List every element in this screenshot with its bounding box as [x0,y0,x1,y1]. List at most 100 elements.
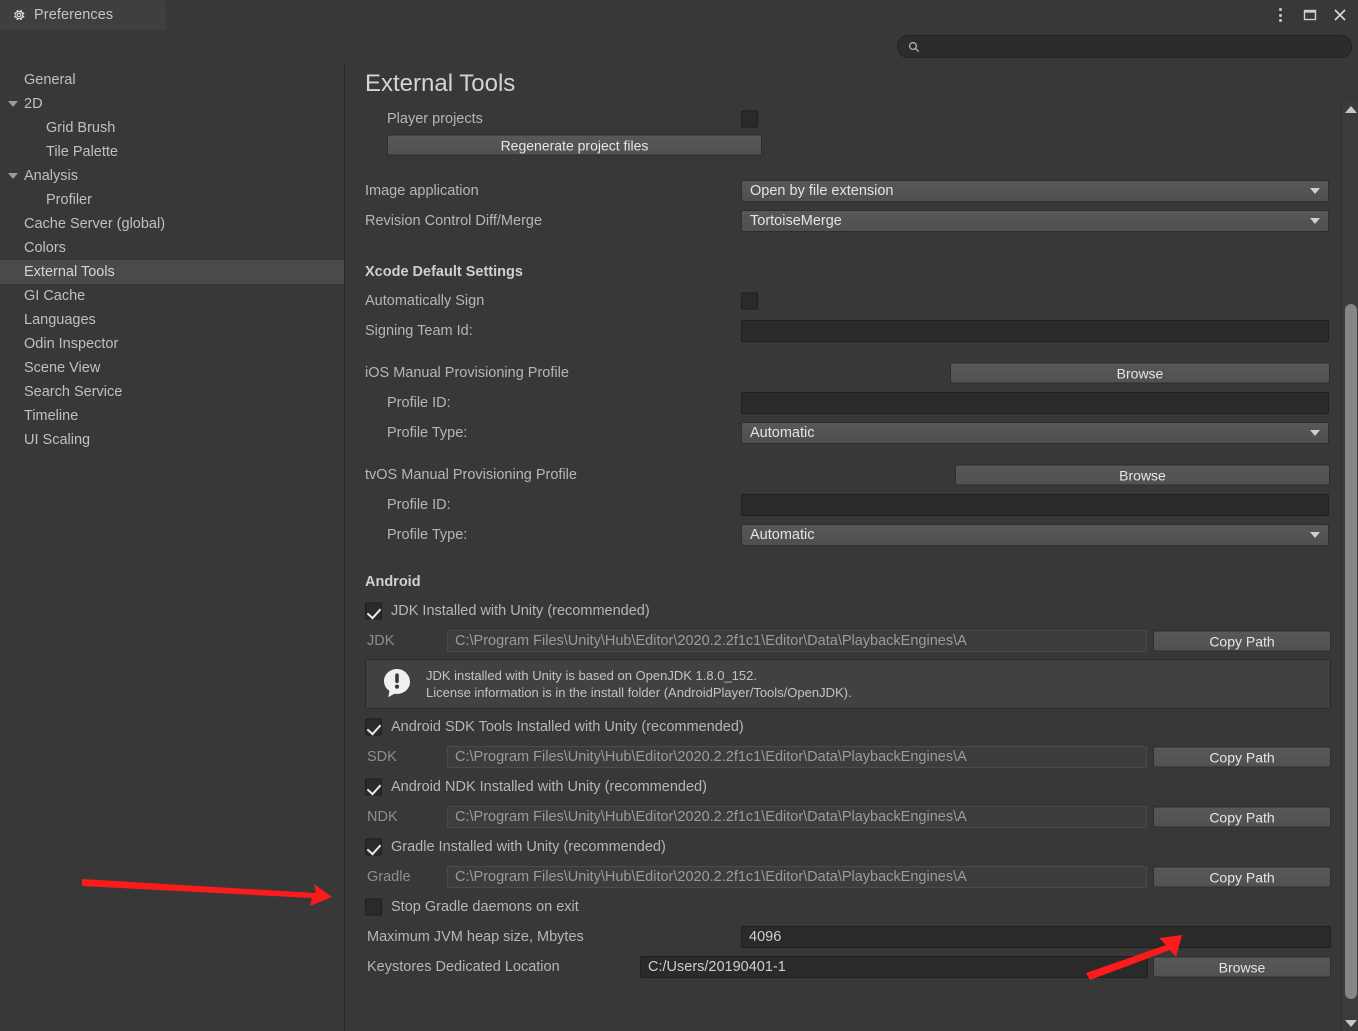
jdk-path-input[interactable]: C:\Program Files\Unity\Hub\Editor\2020.2… [447,630,1147,652]
row-stop-gradle-daemons: Stop Gradle daemons on exit [345,892,1358,922]
gear-icon [14,9,25,21]
sdk-installed-checkbox[interactable] [365,718,382,736]
row-ios-profile-id: Profile ID: [345,388,1358,418]
jdk-path-value: C:\Program Files\Unity\Hub\Editor\2020.2… [455,633,967,649]
sidebar-item-analysis[interactable]: Analysis [0,164,344,188]
regenerate-project-files-button[interactable]: Regenerate project files [387,134,762,156]
sidebar-item-label: General [24,72,76,88]
sidebar-item-cache-server[interactable]: Cache Server (global) [0,212,344,236]
player-projects-checkbox[interactable] [741,110,758,128]
row-keystores-location: Keystores Dedicated Location C:/Users/20… [345,952,1358,982]
jdk-installed-label: JDK Installed with Unity (recommended) [391,603,650,619]
tvos-profile-type-dropdown[interactable]: Automatic [741,524,1329,546]
page-title: External Tools [365,70,516,97]
jdk-copy-path-button[interactable]: Copy Path [1153,630,1331,652]
sidebar-item-grid-brush[interactable]: Grid Brush [0,116,344,140]
sidebar-item-gi-cache[interactable]: GI Cache [0,284,344,308]
sidebar-item-search-service[interactable]: Search Service [0,380,344,404]
sidebar-item-scene-view[interactable]: Scene View [0,356,344,380]
sidebar-item-label: 2D [24,96,43,112]
row-image-application: Image application Open by file extension [345,176,1358,206]
row-ios-provisioning: iOS Manual Provisioning Profile Browse [345,358,1358,388]
tvos-profile-type-value: Automatic [750,527,815,543]
kebab-menu-button[interactable] [1266,1,1294,29]
sidebar-item-label: Odin Inspector [24,336,119,352]
automatically-sign-label: Automatically Sign [365,293,485,309]
keystores-location-label: Keystores Dedicated Location [367,959,560,975]
sidebar-item-ui-scaling[interactable]: UI Scaling [0,428,344,452]
sidebar-item-timeline[interactable]: Timeline [0,404,344,428]
content-scrollbar[interactable] [1341,102,1358,1031]
jdk-installed-checkbox[interactable] [365,602,382,620]
gradle-path-input[interactable]: C:\Program Files\Unity\Hub\Editor\2020.2… [447,866,1147,888]
image-application-dropdown[interactable]: Open by file extension [741,180,1329,202]
close-button[interactable] [1326,1,1354,29]
ndk-path-input[interactable]: C:\Program Files\Unity\Hub\Editor\2020.2… [447,806,1147,828]
image-application-value: Open by file extension [750,183,894,199]
sidebar-item-2d[interactable]: 2D [0,92,344,116]
row-tvos-profile-id: Profile ID: [345,490,1358,520]
row-ndk-path: NDK C:\Program Files\Unity\Hub\Editor\20… [345,802,1358,832]
row-android-header: Android [345,568,1358,596]
sdk-copy-path-button[interactable]: Copy Path [1153,746,1331,768]
ios-profile-id-input[interactable] [741,392,1329,414]
sidebar-item-label: Search Service [24,384,123,400]
chevron-down-icon[interactable] [8,173,18,179]
settings-sidebar: General 2D Grid Brush Tile Palette Analy… [0,64,345,1031]
jdk-help-box: JDK installed with Unity is based on Ope… [365,659,1331,709]
sidebar-item-odin-inspector[interactable]: Odin Inspector [0,332,344,356]
jdk-help-line-2: License information is in the install fo… [426,685,852,700]
ios-profile-type-dropdown[interactable]: Automatic [741,422,1329,444]
search-row [0,30,1358,64]
sidebar-item-external-tools[interactable]: External Tools [0,260,344,284]
sidebar-item-colors[interactable]: Colors [0,236,344,260]
sidebar-item-general[interactable]: General [0,68,344,92]
maximize-button[interactable] [1296,1,1324,29]
row-jdk-installed: JDK Installed with Unity (recommended) [345,596,1358,626]
scroll-down-arrow-icon[interactable] [1345,1020,1357,1027]
tvos-provisioning-browse-button[interactable]: Browse [955,464,1330,486]
ndk-installed-checkbox[interactable] [365,778,382,796]
row-sdk-path: SDK C:\Program Files\Unity\Hub\Editor\20… [345,742,1358,772]
revision-control-dropdown[interactable]: TortoiseMerge [741,210,1329,232]
keystores-browse-button[interactable]: Browse [1153,956,1331,978]
row-regenerate: Regenerate project files [345,132,1358,158]
chevron-down-icon [1310,532,1320,538]
sdk-path-input[interactable]: C:\Program Files\Unity\Hub\Editor\2020.2… [447,746,1147,768]
revision-control-value: TortoiseMerge [750,213,842,229]
sidebar-item-tile-palette[interactable]: Tile Palette [0,140,344,164]
ios-profile-type-value: Automatic [750,425,815,441]
maximize-icon [1303,9,1317,21]
sidebar-item-label: UI Scaling [24,432,91,448]
sidebar-item-label: Profiler [46,192,92,208]
gradle-copy-path-button[interactable]: Copy Path [1153,866,1331,888]
signing-team-id-input[interactable] [741,320,1329,342]
sidebar-item-profiler[interactable]: Profiler [0,188,344,212]
preferences-tab[interactable]: Preferences [0,0,166,30]
jvm-heap-input[interactable]: 4096 [741,926,1331,948]
sidebar-item-label: Languages [24,312,96,328]
kebab-menu-icon [1278,8,1282,22]
scroll-up-arrow-icon[interactable] [1345,106,1357,113]
row-gradle-path: Gradle C:\Program Files\Unity\Hub\Editor… [345,862,1358,892]
tvos-profile-id-label: Profile ID: [387,497,451,513]
search-box[interactable] [897,35,1352,58]
scrollbar-thumb[interactable] [1345,304,1357,999]
search-input[interactable] [926,36,1326,57]
gradle-installed-checkbox[interactable] [365,838,382,856]
row-sdk-installed: Android SDK Tools Installed with Unity (… [345,712,1358,742]
chevron-down-icon[interactable] [8,101,18,107]
xcode-section-header: Xcode Default Settings [365,264,523,280]
ndk-copy-path-button[interactable]: Copy Path [1153,806,1331,828]
sidebar-item-languages[interactable]: Languages [0,308,344,332]
sidebar-item-label: Scene View [24,360,101,376]
gradle-installed-label: Gradle Installed with Unity (recommended… [391,839,666,855]
signing-team-id-label: Signing Team Id: [365,323,473,339]
stop-gradle-daemons-checkbox[interactable] [365,898,382,916]
automatically-sign-checkbox[interactable] [741,292,758,310]
row-ndk-installed: Android NDK Installed with Unity (recomm… [345,772,1358,802]
ios-provisioning-label: iOS Manual Provisioning Profile [365,365,569,381]
ios-provisioning-browse-button[interactable]: Browse [950,362,1330,384]
tvos-profile-id-input[interactable] [741,494,1329,516]
keystores-location-input[interactable]: C:/Users/20190401-1 [640,956,1148,978]
